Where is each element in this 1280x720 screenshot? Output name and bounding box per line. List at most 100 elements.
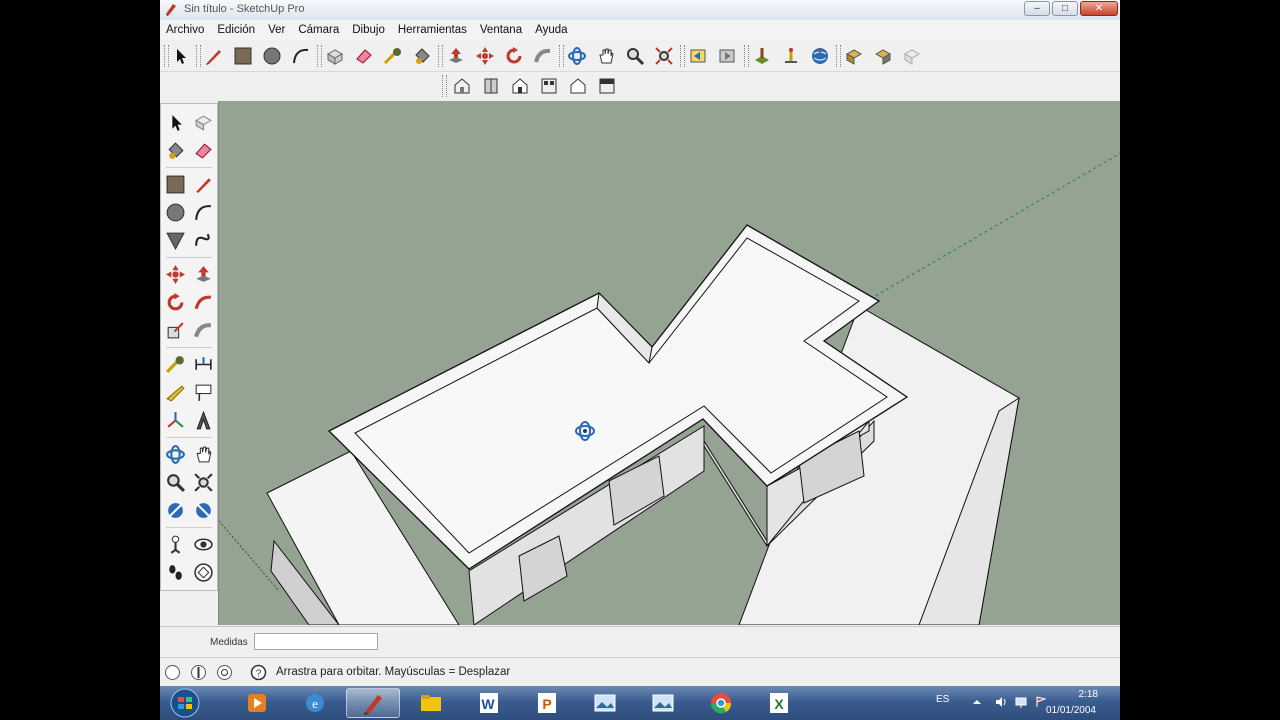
circle-tool[interactable]: [260, 44, 284, 68]
orbit-tool[interactable]: [162, 441, 188, 467]
menu-herramientas[interactable]: Herramientas: [398, 24, 467, 36]
next-view-tool[interactable]: [715, 44, 739, 68]
menu-dibujo[interactable]: Dibujo: [352, 24, 385, 36]
push-pull-tool[interactable]: [190, 261, 216, 287]
dimension-tool[interactable]: [190, 351, 216, 377]
pencil-tool[interactable]: [190, 171, 216, 197]
network-icon[interactable]: [1014, 695, 1028, 709]
move-tool[interactable]: [162, 261, 188, 287]
get-models-tool[interactable]: [808, 44, 832, 68]
taskbar-file-explorer[interactable]: [404, 688, 458, 718]
toolbar-grip[interactable]: [196, 45, 201, 67]
rotate-tool[interactable]: [502, 44, 526, 68]
toolbar-grip[interactable]: [317, 45, 322, 67]
push-pull-tool[interactable]: [444, 44, 468, 68]
language-indicator[interactable]: ES: [936, 694, 949, 705]
taskbar-excel[interactable]: X: [752, 688, 806, 718]
select-tool[interactable]: [168, 44, 192, 68]
taskbar-chrome[interactable]: [694, 688, 748, 718]
zoom-tool[interactable]: [623, 44, 647, 68]
credits-icon[interactable]: [190, 664, 207, 681]
3d-text-tool[interactable]: [190, 407, 216, 433]
close-button[interactable]: ✕: [1080, 1, 1118, 16]
clock-time[interactable]: 2:18: [1079, 689, 1098, 700]
follow-me-tool[interactable]: [531, 44, 555, 68]
rectangle-tool[interactable]: [162, 171, 188, 197]
select-tool[interactable]: [162, 109, 188, 135]
polygon-tool[interactable]: [162, 227, 188, 253]
pan-tool[interactable]: [594, 44, 618, 68]
pencil-tool[interactable]: [202, 44, 226, 68]
menu-archivo[interactable]: Archivo: [166, 24, 204, 36]
walk-tool[interactable]: [162, 559, 188, 585]
arc-tool[interactable]: [190, 199, 216, 225]
maximize-button[interactable]: □: [1052, 1, 1078, 16]
protractor-tool[interactable]: [162, 379, 188, 405]
back-view-button[interactable]: [566, 74, 590, 98]
scale-tool[interactable]: [162, 317, 188, 343]
rectangle-tool[interactable]: [231, 44, 255, 68]
axes-tool[interactable]: [162, 407, 188, 433]
toolbar-grip[interactable]: [836, 45, 841, 67]
toolbar-grip[interactable]: [438, 45, 443, 67]
taskbar-sketchup[interactable]: [346, 688, 400, 718]
toolbar-grip[interactable]: [744, 45, 749, 67]
offset-tool[interactable]: [190, 317, 216, 343]
taskbar-media-player[interactable]: [230, 688, 284, 718]
toolbar-grip[interactable]: [680, 45, 685, 67]
zoom-tool[interactable]: [162, 469, 188, 495]
zoom-extents-tool[interactable]: [652, 44, 676, 68]
modeling-viewport[interactable]: [218, 101, 1120, 625]
tape-measure-tool[interactable]: [162, 351, 188, 377]
toolbar-grip[interactable]: [442, 75, 447, 97]
taskbar-word[interactable]: W: [462, 688, 516, 718]
minimize-button[interactable]: –: [1024, 1, 1050, 16]
help-icon[interactable]: ?: [250, 664, 267, 681]
previous-view-tool[interactable]: [686, 44, 710, 68]
rotate-tool[interactable]: [162, 289, 188, 315]
menu-ventana[interactable]: Ventana: [480, 24, 522, 36]
eraser-tool[interactable]: [352, 44, 376, 68]
freehand-tool[interactable]: [190, 227, 216, 253]
toggle-terrain-tool[interactable]: [779, 44, 803, 68]
show-hidden-icons-icon[interactable]: [972, 697, 982, 707]
right-view-button[interactable]: [537, 74, 561, 98]
menu-camara[interactable]: Cámara: [298, 24, 339, 36]
measurements-input[interactable]: [254, 633, 378, 650]
iso-view-button[interactable]: [450, 74, 474, 98]
toolbar-grip[interactable]: [559, 45, 564, 67]
section-plane-tool[interactable]: [190, 559, 216, 585]
front-view-button[interactable]: [508, 74, 532, 98]
taskbar-powerpoint[interactable]: P: [520, 688, 574, 718]
left-view-button[interactable]: [595, 74, 619, 98]
tape-measure-tool[interactable]: [381, 44, 405, 68]
add-location-tool[interactable]: [750, 44, 774, 68]
text-tool[interactable]: [190, 379, 216, 405]
top-view-button[interactable]: [479, 74, 503, 98]
eraser-tool[interactable]: [190, 137, 216, 163]
make-component-tool[interactable]: [323, 44, 347, 68]
clock-date[interactable]: 01/01/2004: [1046, 705, 1096, 716]
menu-ayuda[interactable]: Ayuda: [535, 24, 567, 36]
menu-ver[interactable]: Ver: [268, 24, 285, 36]
make-component-tool[interactable]: [190, 109, 216, 135]
look-around-tool[interactable]: [190, 531, 216, 557]
taskbar-picture-viewer-2[interactable]: [636, 688, 690, 718]
pan-tool[interactable]: [190, 441, 216, 467]
photo-textures-tool[interactable]: [900, 44, 924, 68]
paint-bucket-tool[interactable]: [162, 137, 188, 163]
follow-me-tool[interactable]: [190, 289, 216, 315]
arc-tool[interactable]: [289, 44, 313, 68]
user-icon[interactable]: [216, 664, 233, 681]
circle-tool[interactable]: [162, 199, 188, 225]
share-component-tool[interactable]: [871, 44, 895, 68]
menu-edicion[interactable]: Edición: [217, 24, 255, 36]
geolocation-icon[interactable]: [164, 664, 181, 681]
previous-tool[interactable]: [162, 497, 188, 523]
start-orb-icon[interactable]: [166, 687, 204, 719]
share-model-tool[interactable]: [842, 44, 866, 68]
move-tool[interactable]: [473, 44, 497, 68]
orbit-tool[interactable]: [565, 44, 589, 68]
taskbar-internet-explorer[interactable]: e: [288, 688, 342, 718]
volume-icon[interactable]: [994, 695, 1008, 709]
